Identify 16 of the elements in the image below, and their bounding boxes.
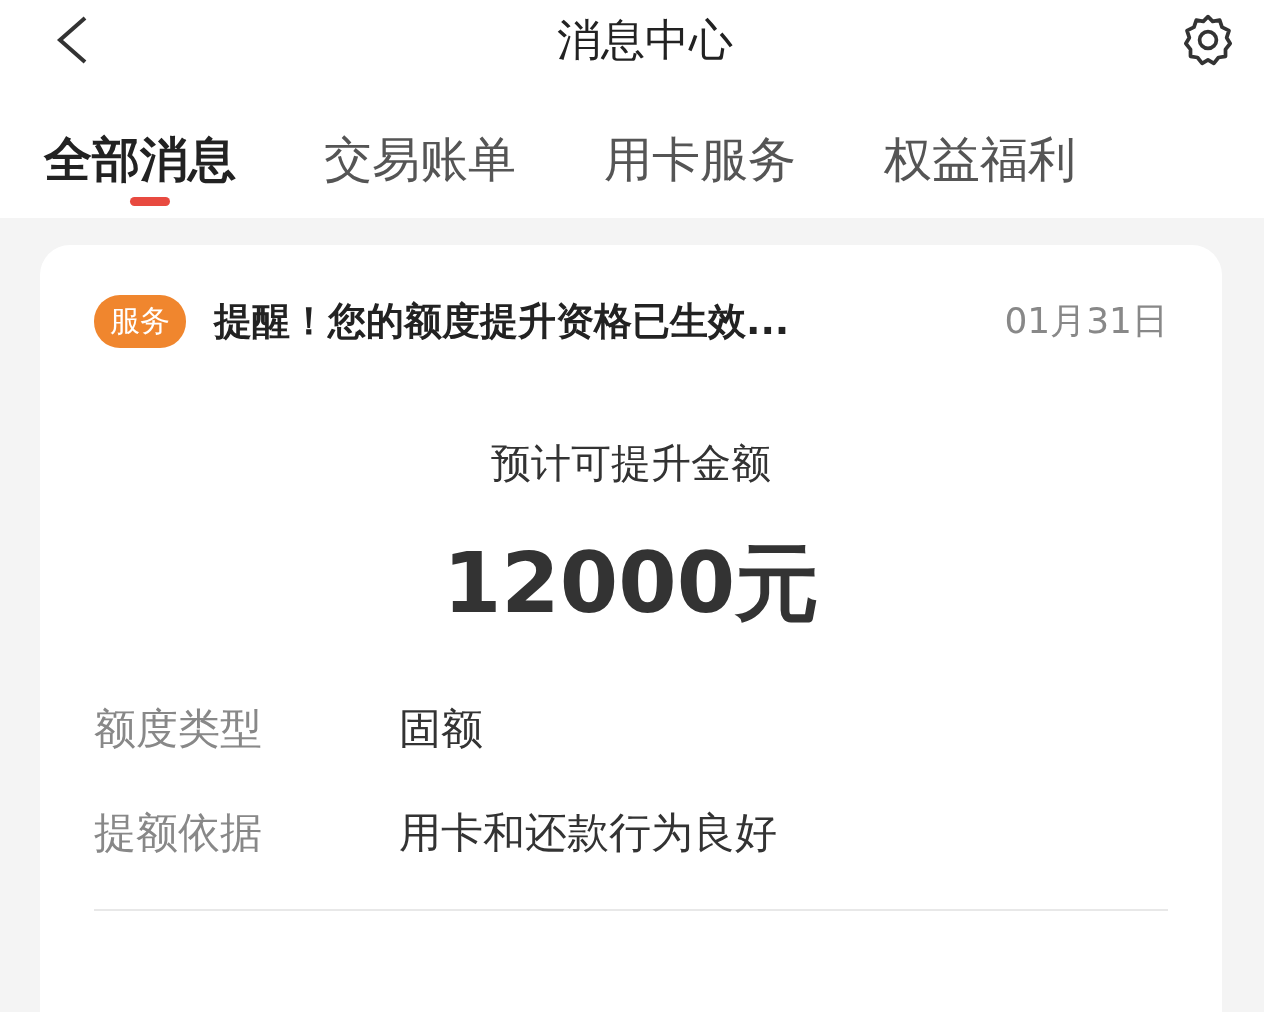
detail-value: 固额 bbox=[399, 703, 483, 755]
page-title: 消息中心 bbox=[556, 12, 733, 67]
detail-label: 提额依据 bbox=[94, 807, 263, 859]
amount-value: 12000元 bbox=[441, 533, 821, 634]
detail-label: 额度类型 bbox=[94, 703, 263, 755]
amount-label: 预计可提升金额 bbox=[490, 439, 772, 488]
message-title[interactable]: 提醒！您的额度提升资格已生效... bbox=[214, 296, 977, 347]
detail-value: 用卡和还款行为良好 bbox=[399, 807, 777, 859]
category-tag: 服务 bbox=[94, 295, 186, 348]
back-icon[interactable] bbox=[55, 15, 89, 65]
tab[interactable]: 全部消息 bbox=[44, 114, 236, 204]
tab[interactable]: 权益福利 bbox=[884, 114, 1076, 204]
tab[interactable]: 用卡服务 bbox=[604, 114, 796, 204]
active-indicator bbox=[130, 197, 170, 206]
message-date: 01月31日 bbox=[1004, 299, 1168, 343]
tab[interactable]: 交易账单 bbox=[324, 114, 516, 204]
